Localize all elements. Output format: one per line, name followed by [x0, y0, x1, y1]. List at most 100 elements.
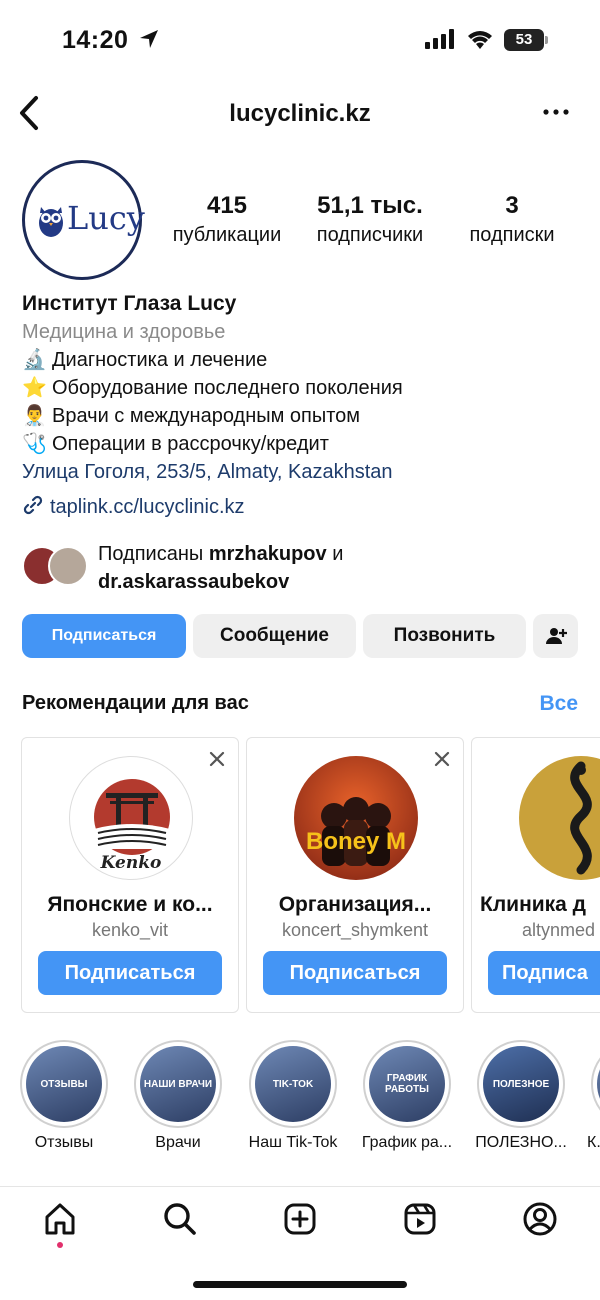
- highlight-label: Отзывы: [34, 1134, 94, 1151]
- highlight-item[interactable]: TIK-TOK Наш Tik-Tok: [243, 1040, 343, 1152]
- brand-wordmark: Lucy: [67, 199, 145, 237]
- recommendation-name: Организация...: [278, 893, 432, 916]
- highlight-label: Наш Tik-Tok: [248, 1134, 338, 1151]
- see-all-link[interactable]: Все: [539, 692, 578, 716]
- dismiss-icon[interactable]: [433, 750, 451, 768]
- stat-posts[interactable]: 415 публикации: [160, 192, 294, 247]
- profile-icon: [523, 1202, 557, 1236]
- tab-search[interactable]: [160, 1199, 200, 1239]
- mutual-avatar: [48, 546, 88, 586]
- tab-reels[interactable]: [400, 1199, 440, 1239]
- bio-line: 👨‍⚕️ Врачи с международным опытом: [22, 402, 582, 430]
- reels-icon: [404, 1203, 436, 1235]
- profile-header: lucyclinic.kz: [0, 88, 600, 138]
- highlight-cover: ОТЗЫВЫ: [26, 1046, 102, 1122]
- highlight-ring: ОТЗЫВЫ: [20, 1040, 108, 1128]
- highlight-ring: [591, 1040, 600, 1128]
- stat-followers[interactable]: 51,1 тыс. подписчики: [302, 192, 438, 247]
- mutual-prefix: Подписаны: [98, 543, 204, 565]
- highlight-ring: ПОЛЕЗНОЕ: [477, 1040, 565, 1128]
- stat-following[interactable]: 3 подписки: [454, 192, 570, 247]
- story-highlights[interactable]: ОТЗЫВЫ Отзывы НАШИ ВРАЧИ Врачи TIK-TOK Н…: [0, 1040, 600, 1160]
- recommendation-card[interactable]: Boney M Организация... koncert_shymkent …: [246, 737, 464, 1013]
- recommendation-avatar: [519, 756, 600, 880]
- profile-link[interactable]: taplink.cc/lucyclinic.kz: [22, 493, 582, 521]
- battery-icon: 53: [504, 29, 544, 51]
- highlight-cover: TIK-TOK: [255, 1046, 331, 1122]
- stat-following-label: подписки: [469, 224, 555, 246]
- highlight-ring: TIK-TOK: [249, 1040, 337, 1128]
- highlight-item[interactable]: ПОЛЕЗНОЕ ПОЛЕЗНО...: [471, 1040, 571, 1152]
- recommendation-avatar-text: Kenko: [100, 853, 162, 873]
- recommendation-follow-button[interactable]: Подписаться: [38, 951, 222, 995]
- recommendation-avatar: Boney M: [294, 756, 418, 880]
- profile-actions: Подписаться Сообщение Позвонить: [22, 614, 582, 658]
- bio-line: 🩺 Операции в рассрочку/кредит: [22, 430, 582, 458]
- search-icon: [164, 1203, 196, 1235]
- highlight-cover: НАШИ ВРАЧИ: [140, 1046, 216, 1122]
- message-button[interactable]: Сообщение: [193, 614, 356, 658]
- wifi-icon: [468, 31, 492, 49]
- recommendations-title: Рекомендации для вас: [22, 692, 249, 714]
- mutual-user: dr.askarassaubekov: [98, 571, 290, 593]
- mutual-followers[interactable]: Подписаны mrzhakupov и dr.askarassaubeko…: [22, 540, 582, 596]
- bio-line-text: Операции в рассрочку/кредит: [52, 433, 329, 455]
- bio-line: ⭐ Оборудование последнего поколения: [22, 374, 582, 402]
- highlight-ring: ГРАФИК РАБОТЫ: [363, 1040, 451, 1128]
- home-icon: [45, 1203, 75, 1235]
- highlight-label: ПОЛЕЗНО...: [475, 1134, 567, 1151]
- profile-link-text: taplink.cc/lucyclinic.kz: [50, 496, 245, 518]
- bio-line-text: Диагностика и лечение: [52, 349, 268, 371]
- recommendation-card[interactable]: Клиника д altynmed Подписа: [471, 737, 600, 1013]
- doctor-icon: 👨‍⚕️: [22, 405, 47, 427]
- tab-profile[interactable]: [520, 1199, 560, 1239]
- tab-home[interactable]: [40, 1199, 80, 1248]
- profile-name: Институт Глаза Lucy: [22, 292, 237, 315]
- bio-line: 🔬 Диагностика и лечение: [22, 346, 582, 374]
- highlight-label: График ра...: [361, 1134, 453, 1151]
- profile-avatar[interactable]: Lucy: [22, 160, 145, 280]
- profile-address[interactable]: Улица Гоголя, 253/5, Almaty, Kazakhstan: [22, 458, 582, 486]
- mutual-conj: и: [332, 543, 344, 565]
- highlight-item[interactable]: ГРАФИК РАБОТЫ График ра...: [357, 1040, 457, 1152]
- highlight-cover: ГРАФИК РАБОТЫ: [369, 1046, 445, 1122]
- stat-posts-value: 415: [206, 192, 248, 219]
- profile-bio: Институт Глаза Lucy Медицина и здоровье …: [22, 290, 582, 521]
- more-options-icon[interactable]: [538, 100, 574, 124]
- highlight-item[interactable]: НАШИ ВРАЧИ Врачи: [128, 1040, 228, 1152]
- battery-tip: [545, 36, 548, 44]
- link-chain-icon: [23, 495, 43, 515]
- microscope-icon: 🔬: [22, 349, 47, 371]
- status-time: 14:20: [62, 26, 129, 54]
- home-indicator: [193, 1281, 407, 1288]
- bio-line-text: Врачи с международным опытом: [52, 405, 361, 427]
- recommendation-card[interactable]: Kenko Японские и ко... kenko_vit Подписа…: [21, 737, 239, 1013]
- suggest-people-button[interactable]: [533, 614, 578, 658]
- highlight-label: К...: [587, 1134, 600, 1151]
- recommendation-handle: kenko_vit: [91, 920, 169, 940]
- recommendation-follow-button[interactable]: Подписаться: [263, 951, 447, 995]
- stat-posts-label: публикации: [172, 224, 282, 246]
- highlight-item[interactable]: ОТЗЫВЫ Отзывы: [14, 1040, 114, 1152]
- highlight-item[interactable]: К...: [585, 1040, 600, 1152]
- stat-followers-value: 51,1 тыс.: [317, 192, 423, 219]
- profile-stats: 415 публикации 51,1 тыс. подписчики 3 по…: [150, 192, 580, 252]
- recommendation-follow-button[interactable]: Подписа: [488, 951, 600, 995]
- star-icon: ⭐: [22, 377, 47, 399]
- recommendations-carousel[interactable]: Kenko Японские и ко... kenko_vit Подписа…: [0, 737, 600, 1015]
- clinic-logo-icon: [570, 761, 592, 875]
- recommendations-header: Рекомендации для вас Все: [22, 692, 578, 722]
- tab-create[interactable]: [280, 1199, 320, 1239]
- call-button[interactable]: Позвонить: [363, 614, 526, 658]
- owl-logo-icon: [39, 207, 63, 237]
- recommendation-avatar: Kenko: [69, 756, 193, 880]
- bio-line-text: Оборудование последнего поколения: [52, 377, 403, 399]
- recommendation-handle: koncert_shymkent: [281, 920, 429, 940]
- concert-poster-icon: [321, 797, 391, 866]
- add-person-icon: [545, 628, 567, 644]
- follow-button[interactable]: Подписаться: [22, 614, 186, 658]
- dismiss-icon[interactable]: [208, 750, 226, 768]
- highlight-label: Врачи: [155, 1134, 201, 1151]
- stethoscope-icon: 🩺: [22, 433, 47, 455]
- create-icon: [284, 1203, 316, 1235]
